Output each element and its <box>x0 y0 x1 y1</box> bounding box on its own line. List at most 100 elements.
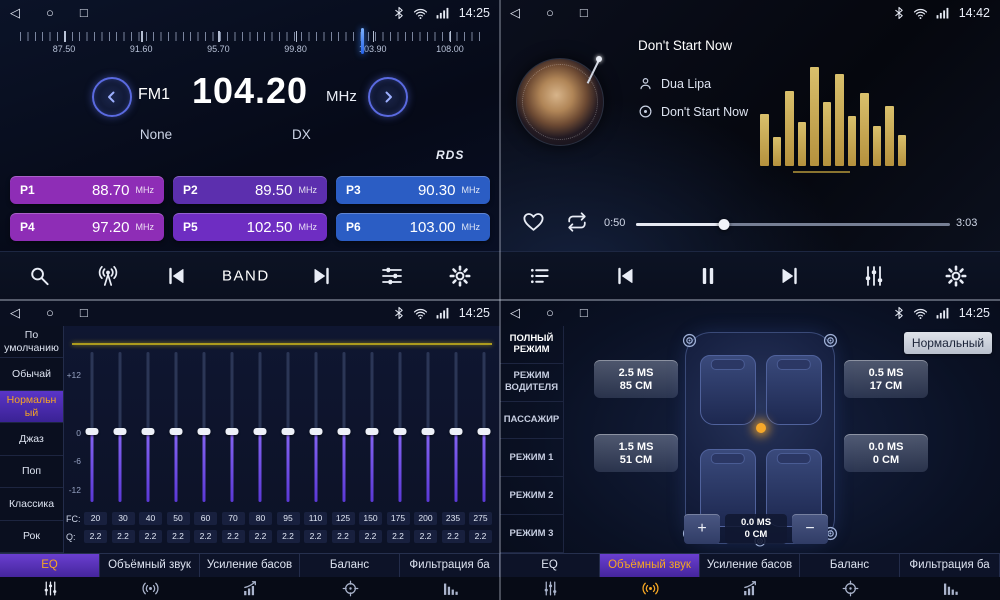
recents-icon[interactable]: □ <box>80 300 88 326</box>
eq-band-slider[interactable] <box>168 352 183 502</box>
eq-band-slider[interactable] <box>140 352 155 502</box>
listening-mode-item[interactable]: ПАССАЖИР <box>500 402 563 440</box>
recents-icon[interactable]: □ <box>80 0 88 26</box>
sound-tab[interactable]: Фильтрация ба <box>400 554 500 577</box>
audio-settings-button[interactable] <box>862 264 886 288</box>
playlist-button[interactable] <box>528 265 551 288</box>
increase-delay-button[interactable]: + <box>684 514 720 544</box>
surround-tab-icon[interactable] <box>600 577 700 600</box>
balance-tab-icon[interactable] <box>800 577 900 600</box>
back-icon[interactable]: ◁ <box>10 300 20 326</box>
back-icon[interactable]: ◁ <box>10 0 20 26</box>
sound-tab[interactable]: Фильтрация ба <box>900 554 1000 577</box>
seat-front-right[interactable] <box>766 355 822 425</box>
slider-knob[interactable] <box>141 428 154 435</box>
listening-mode-item[interactable]: РЕЖИМ 2 <box>500 477 563 515</box>
slider-knob[interactable] <box>338 428 351 435</box>
slider-knob[interactable] <box>450 428 463 435</box>
bass-boost-tab-icon[interactable] <box>700 577 800 600</box>
eq-band-slider[interactable] <box>449 352 464 502</box>
frequency-scale[interactable] <box>20 32 480 41</box>
listening-mode-item[interactable]: РЕЖИМ 3 <box>500 515 563 553</box>
eq-tab-icon[interactable] <box>500 577 600 600</box>
player-progress-knob[interactable] <box>718 219 729 230</box>
slider-knob[interactable] <box>478 428 491 435</box>
recents-icon[interactable]: □ <box>580 300 588 326</box>
slider-knob[interactable] <box>394 428 407 435</box>
eq-preset-item[interactable]: Джаз <box>0 423 63 455</box>
eq-band-slider[interactable] <box>309 352 324 502</box>
eq-band-slider[interactable] <box>337 352 352 502</box>
eq-preset-item[interactable]: По умолчанию <box>0 326 63 358</box>
next-track-button[interactable] <box>778 264 802 288</box>
bass-boost-tab-icon[interactable] <box>200 577 300 600</box>
repeat-button[interactable] <box>566 211 588 233</box>
filter-tab-icon[interactable] <box>900 577 1000 600</box>
surround-tab-icon[interactable] <box>100 577 200 600</box>
balance-tab-icon[interactable] <box>300 577 400 600</box>
band-button[interactable]: BAND <box>222 268 270 285</box>
eq-band-slider[interactable] <box>84 352 99 502</box>
slider-knob[interactable] <box>225 428 238 435</box>
sound-tab[interactable]: EQ <box>500 554 600 577</box>
previous-station-button[interactable] <box>164 264 188 288</box>
decrease-delay-button[interactable]: − <box>792 514 828 544</box>
slider-knob[interactable] <box>169 428 182 435</box>
previous-track-button[interactable] <box>613 264 637 288</box>
sound-tab[interactable]: EQ <box>0 554 100 577</box>
eq-band-slider[interactable] <box>196 352 211 502</box>
sound-tab[interactable]: Объёмный звук <box>600 554 700 577</box>
eq-band-slider[interactable] <box>393 352 408 502</box>
slider-knob[interactable] <box>197 428 210 435</box>
sound-tab[interactable]: Баланс <box>800 554 900 577</box>
sound-profile-button[interactable]: Нормальный <box>904 332 992 354</box>
back-icon[interactable]: ◁ <box>510 300 520 326</box>
filter-tab-icon[interactable] <box>400 577 500 600</box>
slider-knob[interactable] <box>85 428 98 435</box>
eq-band-slider[interactable] <box>252 352 267 502</box>
sound-tab[interactable]: Усиление басов <box>200 554 300 577</box>
recents-icon[interactable]: □ <box>580 0 588 26</box>
preset-button[interactable]: P2 89.50 MHz <box>173 176 327 204</box>
eq-preset-item[interactable]: Классика <box>0 488 63 520</box>
eq-band-slider[interactable] <box>477 352 492 502</box>
eq-band-slider[interactable] <box>112 352 127 502</box>
slider-knob[interactable] <box>253 428 266 435</box>
eq-preset-item[interactable]: Нормальный <box>0 391 63 423</box>
sound-tab[interactable]: Усиление басов <box>700 554 800 577</box>
eq-tab-icon[interactable] <box>0 577 100 600</box>
preset-button[interactable]: P4 97.20 MHz <box>10 213 164 241</box>
home-icon[interactable]: ○ <box>46 300 54 326</box>
home-icon[interactable]: ○ <box>546 300 554 326</box>
slider-knob[interactable] <box>310 428 323 435</box>
tune-up-button[interactable] <box>368 77 408 117</box>
eq-preset-item[interactable]: Обычай <box>0 358 63 390</box>
eq-preset-item[interactable]: Поп <box>0 456 63 488</box>
back-icon[interactable]: ◁ <box>510 0 520 26</box>
preset-button[interactable]: P5 102.50 MHz <box>173 213 327 241</box>
search-button[interactable] <box>28 265 51 288</box>
eq-band-slider[interactable] <box>224 352 239 502</box>
eq-band-slider[interactable] <box>280 352 295 502</box>
settings-button[interactable] <box>448 264 472 288</box>
next-station-button[interactable] <box>310 264 334 288</box>
seat-front-left[interactable] <box>700 355 756 425</box>
preset-button[interactable]: P6 103.00 MHz <box>336 213 490 241</box>
eq-band-slider[interactable] <box>421 352 436 502</box>
listening-mode-item[interactable]: РЕЖИМ ВОДИТЕЛЯ <box>500 364 563 402</box>
eq-band-slider[interactable] <box>365 352 380 502</box>
listening-mode-item[interactable]: РЕЖИМ 1 <box>500 439 563 477</box>
preset-button[interactable]: P3 90.30 MHz <box>336 176 490 204</box>
slider-knob[interactable] <box>366 428 379 435</box>
sound-tab[interactable]: Объёмный звук <box>100 554 200 577</box>
audio-settings-button[interactable] <box>380 264 404 288</box>
home-icon[interactable]: ○ <box>46 0 54 26</box>
listening-mode-item[interactable]: ПОЛНЫЙ РЕЖИМ <box>500 326 563 364</box>
preset-button[interactable]: P1 88.70 MHz <box>10 176 164 204</box>
tune-down-button[interactable] <box>92 77 132 117</box>
seek-bar[interactable] <box>636 223 950 226</box>
favorite-button[interactable] <box>522 210 545 233</box>
sound-tab[interactable]: Баланс <box>300 554 400 577</box>
eq-preset-item[interactable]: Рок <box>0 521 63 553</box>
slider-knob[interactable] <box>422 428 435 435</box>
